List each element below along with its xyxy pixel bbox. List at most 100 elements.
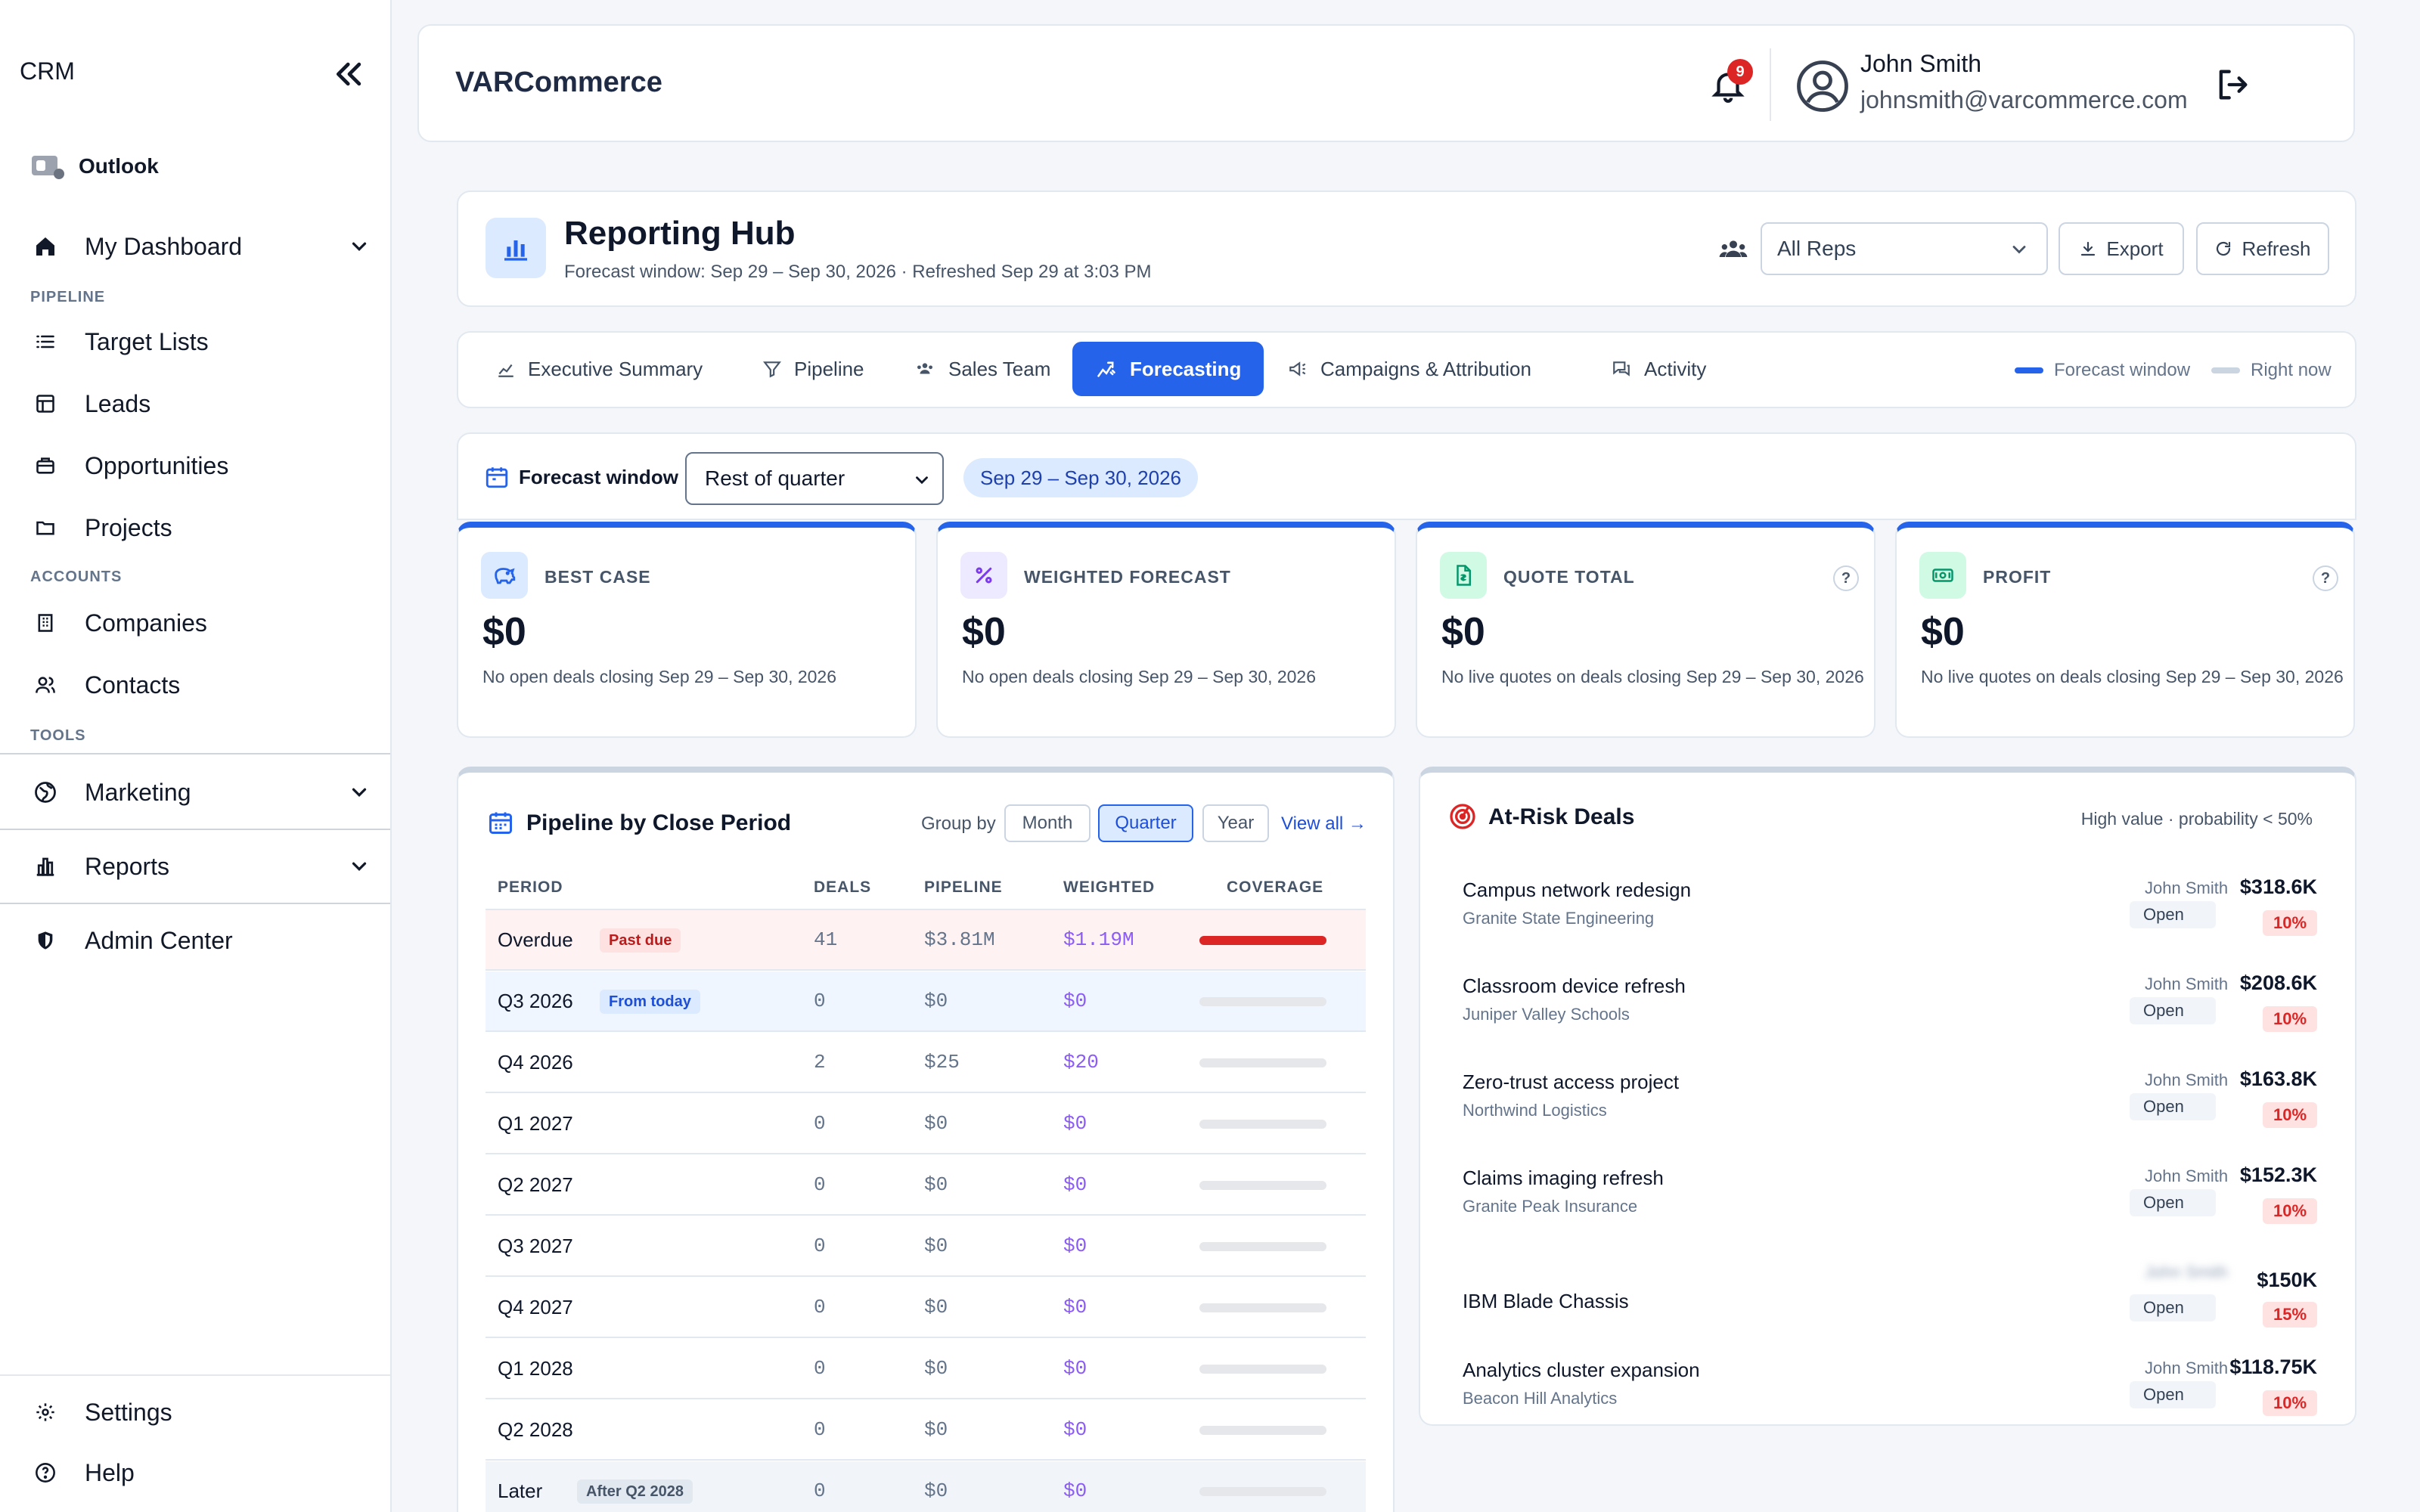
- deal-owner: John Smith: [2145, 1070, 2229, 1089]
- reps-select[interactable]: All Reps: [1761, 222, 2048, 275]
- tab-label: Campaigns & Attribution: [1320, 357, 1531, 380]
- cell-pipeline: $25: [924, 1051, 960, 1074]
- cell-deals: 0: [814, 1173, 826, 1196]
- tab-activity[interactable]: Activity: [1588, 342, 1729, 396]
- cell-period: Q3 2026: [498, 990, 573, 1012]
- tab-executive-summary[interactable]: Executive Summary: [473, 342, 725, 396]
- tab-label: Executive Summary: [528, 357, 703, 380]
- sidebar-item-marketing[interactable]: Marketing: [30, 771, 371, 813]
- cell-pipeline: $0: [924, 1235, 948, 1257]
- table-row[interactable]: Q3 2026 From today 0 $0 $0: [486, 971, 1366, 1032]
- tab-label: Sales Team: [948, 357, 1051, 380]
- logout-icon[interactable]: [2213, 65, 2252, 104]
- deal-item[interactable]: Claims imaging refresh Granite Peak Insur…: [1463, 1162, 2317, 1250]
- group-quarter-button[interactable]: Quarter: [1098, 804, 1193, 842]
- sidebar-item-outlook[interactable]: Outlook: [30, 151, 159, 181]
- avatar[interactable]: [1795, 59, 1850, 113]
- probability-badge: 10%: [2263, 1006, 2317, 1032]
- deal-item[interactable]: IBM Blade Chassis John Smith Open $150K 15%: [1463, 1258, 2317, 1346]
- cell-deals: 2: [814, 1051, 826, 1074]
- kpi-note: No live quotes on deals closing Sep 29 –…: [1921, 667, 2344, 686]
- coverage-bar: [1199, 1487, 1326, 1496]
- cell-period: Overdue: [498, 928, 573, 951]
- table-row[interactable]: Q1 2027 0 $0 $0: [486, 1094, 1366, 1154]
- deal-amount: $152.3K: [2239, 1163, 2317, 1186]
- team-icon: [914, 359, 936, 379]
- user-email: johnsmith@varcommerce.com: [1860, 86, 2188, 113]
- sidebar-item-reports[interactable]: Reports: [30, 845, 371, 888]
- export-button[interactable]: Export: [2059, 222, 2184, 275]
- sidebar-item-label: Reports: [85, 852, 170, 880]
- group-month-button[interactable]: Month: [1004, 804, 1091, 842]
- help-icon[interactable]: ?: [2313, 565, 2338, 591]
- sidebar-item-projects[interactable]: Projects: [30, 507, 371, 549]
- kpi-note: No open deals closing Sep 29 – Sep 30, 2…: [962, 667, 1317, 686]
- group-year-button[interactable]: Year: [1202, 804, 1269, 842]
- table-row[interactable]: Q2 2028 0 $0 $0: [486, 1400, 1366, 1461]
- sidebar-item-help[interactable]: Help: [30, 1452, 371, 1494]
- deal-owner: John Smith: [2145, 1359, 2229, 1377]
- period-tag: Past due: [600, 928, 681, 953]
- sidebar-item-settings[interactable]: Settings: [30, 1391, 371, 1433]
- deal-company: Beacon Hill Analytics: [1463, 1389, 1618, 1408]
- table-row[interactable]: Q4 2026 2 $25 $20: [486, 1033, 1366, 1093]
- area-chart-icon: [496, 359, 516, 379]
- section-label-tools: TOOLS: [30, 727, 86, 744]
- column-header-deals: DEALS: [814, 878, 872, 896]
- building-icon: [30, 608, 60, 638]
- list-icon: [30, 327, 60, 357]
- cell-period: Q3 2027: [498, 1235, 573, 1257]
- coverage-bar: [1199, 1365, 1326, 1374]
- sidebar-item-contacts[interactable]: Contacts: [30, 664, 371, 706]
- reps-select-value: All Reps: [1777, 237, 1857, 260]
- refresh-button[interactable]: Refresh: [2196, 222, 2329, 275]
- section-label-pipeline: PIPELINE: [30, 289, 106, 305]
- sidebar-item-admin-center[interactable]: Admin Center: [30, 919, 371, 962]
- tab-sales-team[interactable]: Sales Team: [891, 342, 1073, 396]
- team-icon: [1718, 234, 1748, 265]
- sidebar-item-my-dashboard[interactable]: My Dashboard: [30, 225, 371, 268]
- status-badge: Open: [2130, 1093, 2216, 1120]
- sidebar-item-label: Outlook: [79, 154, 159, 178]
- sidebar-item-companies[interactable]: Companies: [30, 602, 371, 644]
- section-label-accounts: ACCOUNTS: [30, 569, 123, 585]
- table-row[interactable]: Q3 2027 0 $0 $0: [486, 1216, 1366, 1277]
- tab-forecasting[interactable]: Forecasting: [1072, 342, 1264, 396]
- table-row[interactable]: Later After Q2 2028 0 $0 $0: [486, 1461, 1366, 1512]
- deal-item[interactable]: Classroom device refresh Juniper Valley S…: [1463, 970, 2317, 1058]
- coverage-bar: [1199, 1426, 1326, 1435]
- table-row[interactable]: Q2 2027 0 $0 $0: [486, 1155, 1366, 1216]
- table-row[interactable]: Q4 2027 0 $0 $0: [486, 1278, 1366, 1338]
- sidebar-item-opportunities[interactable]: Opportunities: [30, 445, 371, 487]
- piggy-bank-icon: [481, 552, 528, 599]
- deal-item[interactable]: Analytics cluster expansion Beacon Hill A…: [1463, 1354, 2317, 1417]
- tab-campaigns-attribution[interactable]: Campaigns & Attribution: [1264, 342, 1554, 396]
- probability-badge: 10%: [2263, 1102, 2317, 1128]
- cell-weighted: $0: [1063, 1418, 1087, 1441]
- cell-pipeline: $0: [924, 1479, 948, 1502]
- coverage-bar: [1199, 997, 1326, 1006]
- view-all-link[interactable]: View all →: [1281, 813, 1367, 835]
- sidebar-item-leads[interactable]: Leads: [30, 383, 371, 425]
- deal-item[interactable]: Campus network redesign Granite State Eng…: [1463, 874, 2317, 962]
- help-icon[interactable]: ?: [1833, 565, 1859, 591]
- cell-period: Q4 2026: [498, 1051, 573, 1074]
- help-icon: [30, 1458, 60, 1488]
- collapse-sidebar-icon[interactable]: [333, 57, 366, 91]
- forecast-window-select[interactable]: Rest of quarter: [685, 452, 944, 505]
- deal-item[interactable]: Zero-trust access project Northwind Logis…: [1463, 1066, 2317, 1154]
- deal-amount: $150K: [2257, 1269, 2317, 1291]
- sidebar-item-target-lists[interactable]: Target Lists: [30, 321, 371, 363]
- table-row[interactable]: Q1 2028 0 $0 $0: [486, 1339, 1366, 1399]
- cell-weighted: $0: [1063, 1173, 1087, 1196]
- status-badge: Open: [2130, 997, 2216, 1024]
- bar-chart-icon: [30, 851, 60, 881]
- status-badge: Open: [2130, 1189, 2216, 1216]
- table-row[interactable]: Overdue Past due 41 $3.81M $1.19M: [486, 910, 1366, 971]
- forecast-icon: [1095, 358, 1118, 380]
- tab-pipeline[interactable]: Pipeline: [740, 342, 887, 396]
- status-badge: Open: [2130, 1294, 2216, 1321]
- chevron-down-icon: [348, 781, 371, 804]
- kpi-label: QUOTE TOTAL: [1503, 567, 1635, 587]
- sidebar-item-label: Leads: [85, 389, 151, 417]
